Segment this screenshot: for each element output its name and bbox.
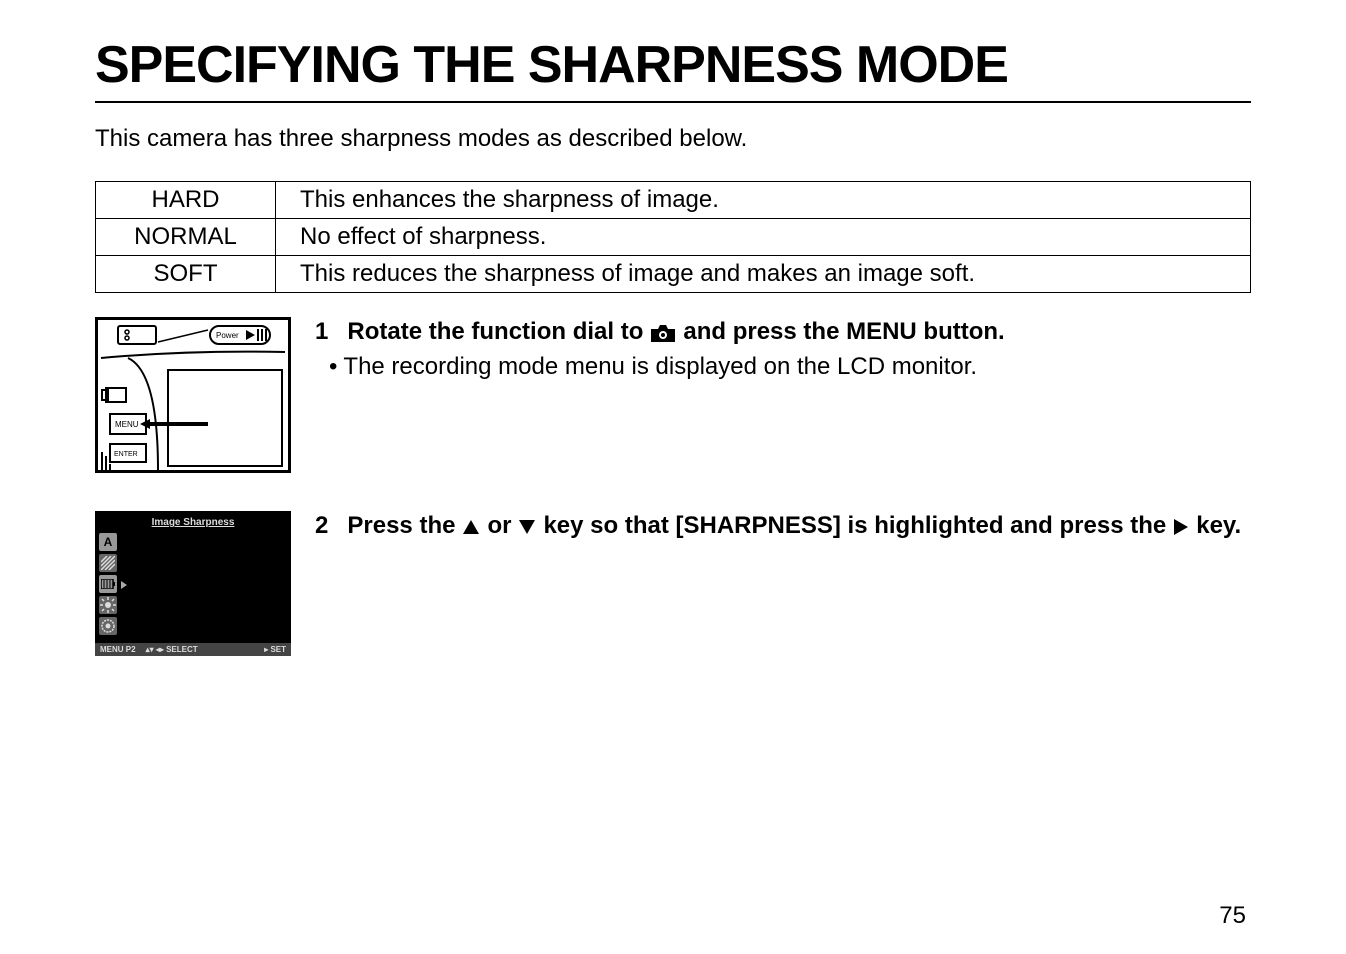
camera-diagram: Power MENU [95,317,291,473]
step-2: Image Sharpness A MENU P2 ▴▾ ◂▸ [95,511,1251,656]
menu-label: MENU [115,420,139,429]
lcd-footer-left2: ▴▾ ◂▸ SELECT [146,645,198,654]
lcd-icon-brightness [99,596,117,614]
step-2-head-before: Press the [347,511,455,541]
power-label: Power [216,331,239,340]
step-1-heading: 1 Rotate the function dial to and press … [315,317,1251,347]
bullet-dot: • [329,353,337,380]
table-row: NORMAL No effect of sharpness. [96,219,1251,256]
intro-text: This camera has three sharpness modes as… [95,125,1251,153]
down-arrow-icon [517,511,537,541]
camera-diagram-figure: Power MENU [95,317,295,473]
step-2-heading: 2 Press the or key so that [SHARPNESS] i… [315,511,1251,541]
step-2-number: 2 [315,511,341,541]
lcd-icon-column: A [99,533,117,635]
step-1: Power MENU [95,317,1251,473]
lcd-figure: Image Sharpness A MENU P2 ▴▾ ◂▸ [95,511,295,656]
table-row: SOFT This reduces the sharpness of image… [96,256,1251,293]
step-1-bullet-text: The recording mode menu is displayed on … [343,353,977,380]
lcd-footer: MENU P2 ▴▾ ◂▸ SELECT ▸ SET [95,643,291,656]
page-title: SPECIFYING THE SHARPNESS MODE [95,35,1251,95]
right-arrow-icon [1172,511,1190,541]
camera-icon [649,317,677,347]
step-2-mid1: or [487,511,511,541]
table-row: HARD This enhances the sharpness of imag… [96,182,1251,219]
table-label: NORMAL [96,219,276,256]
step-1-head-before: Rotate the function dial to [347,317,643,347]
lcd-icon-a: A [99,533,117,551]
title-rule [95,101,1251,103]
lcd-footer-left1: MENU P2 [100,645,136,654]
lcd-sharpness: Image Sharpness A MENU P2 ▴▾ ◂▸ [95,511,291,656]
camera-svg: Power MENU [98,320,288,470]
up-arrow-icon [461,511,481,541]
lcd-icon-selftimer [99,617,117,635]
enter-label: ENTER [114,451,138,458]
step-2-after: key. [1196,511,1241,541]
table-desc: This reduces the sharpness of image and … [276,256,1251,293]
lcd-footer-right: ▸ SET [264,645,286,654]
table-label: SOFT [96,256,276,293]
lcd-selection-marker [121,581,127,589]
table-label: HARD [96,182,276,219]
table-desc: No effect of sharpness. [276,219,1251,256]
table-desc: This enhances the sharpness of image. [276,182,1251,219]
step-2-mid2: key so that [SHARPNESS] is highlighted a… [543,511,1166,541]
page-number: 75 [1219,902,1246,930]
step-1-number: 1 [315,317,341,347]
step-1-bullet: •The recording mode menu is displayed on… [315,353,1251,381]
lcd-icon-battery [99,575,117,593]
lcd-title: Image Sharpness [95,511,291,528]
sharpness-table: HARD This enhances the sharpness of imag… [95,181,1251,293]
step-1-head-after: and press the MENU button. [683,317,1004,347]
lcd-icon-hatch [99,554,117,572]
